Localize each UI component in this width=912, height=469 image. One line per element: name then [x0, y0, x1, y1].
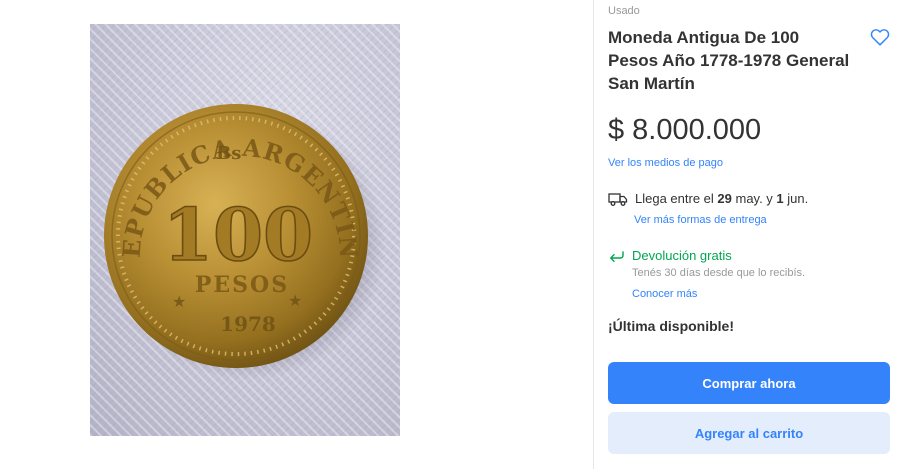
price: $8.000.000	[608, 114, 761, 147]
shipping-middle: may. y	[731, 191, 777, 206]
delivery-options-link[interactable]: Ver más formas de entrega	[634, 214, 767, 226]
truck-icon	[608, 191, 628, 207]
shipping-text: Llega entre el 29 may. y 1 jun.	[635, 191, 808, 206]
returns-title: Devolución gratis	[632, 248, 732, 263]
coin-star-left-icon: ★	[172, 292, 186, 311]
heart-icon	[870, 29, 890, 46]
shipping-info: Llega entre el 29 may. y 1 jun.	[608, 191, 808, 207]
price-amount: 8.000.000	[632, 114, 762, 146]
buy-now-button[interactable]: Comprar ahora	[608, 362, 890, 404]
stock-status: ¡Última disponible!	[608, 318, 734, 334]
product-photo[interactable]: REPUBLICA ARGENTINA Bs 100 PESOS 1978 ★ …	[90, 24, 400, 436]
favorite-button[interactable]	[869, 26, 891, 48]
coin-star-right-icon: ★	[288, 291, 302, 310]
product-title: Moneda Antigua De 100 Pesos Año 1778-197…	[608, 28, 850, 93]
shipping-suffix: jun.	[783, 191, 809, 206]
add-to-cart-button[interactable]: Agregar al carrito	[608, 412, 890, 454]
shipping-prefix: Llega entre el	[635, 191, 718, 206]
returns-info: Devolución gratis	[608, 248, 732, 264]
coin-denomination: 100	[163, 192, 313, 277]
returns-subtitle: Tenés 30 días desde que lo recibís.	[632, 267, 806, 279]
coin-mint-mark: Bs	[216, 143, 241, 164]
coin-image: REPUBLICA ARGENTINA Bs 100 PESOS 1978 ★ …	[90, 24, 386, 380]
coin-unit: PESOS	[195, 272, 289, 298]
product-gallery: REPUBLICA ARGENTINA Bs 100 PESOS 1978 ★ …	[0, 0, 590, 469]
panel-divider	[593, 0, 594, 469]
item-condition: Usado	[608, 5, 640, 17]
shipping-date-from: 29	[717, 191, 732, 206]
coin-year: 1978	[220, 312, 276, 336]
return-arrow-icon	[608, 248, 625, 264]
returns-learn-more-link[interactable]: Conocer más	[632, 288, 697, 300]
payment-methods-link[interactable]: Ver los medios de pago	[608, 157, 723, 169]
shipping-date-to: 1	[776, 191, 784, 206]
price-currency: $	[608, 114, 625, 146]
